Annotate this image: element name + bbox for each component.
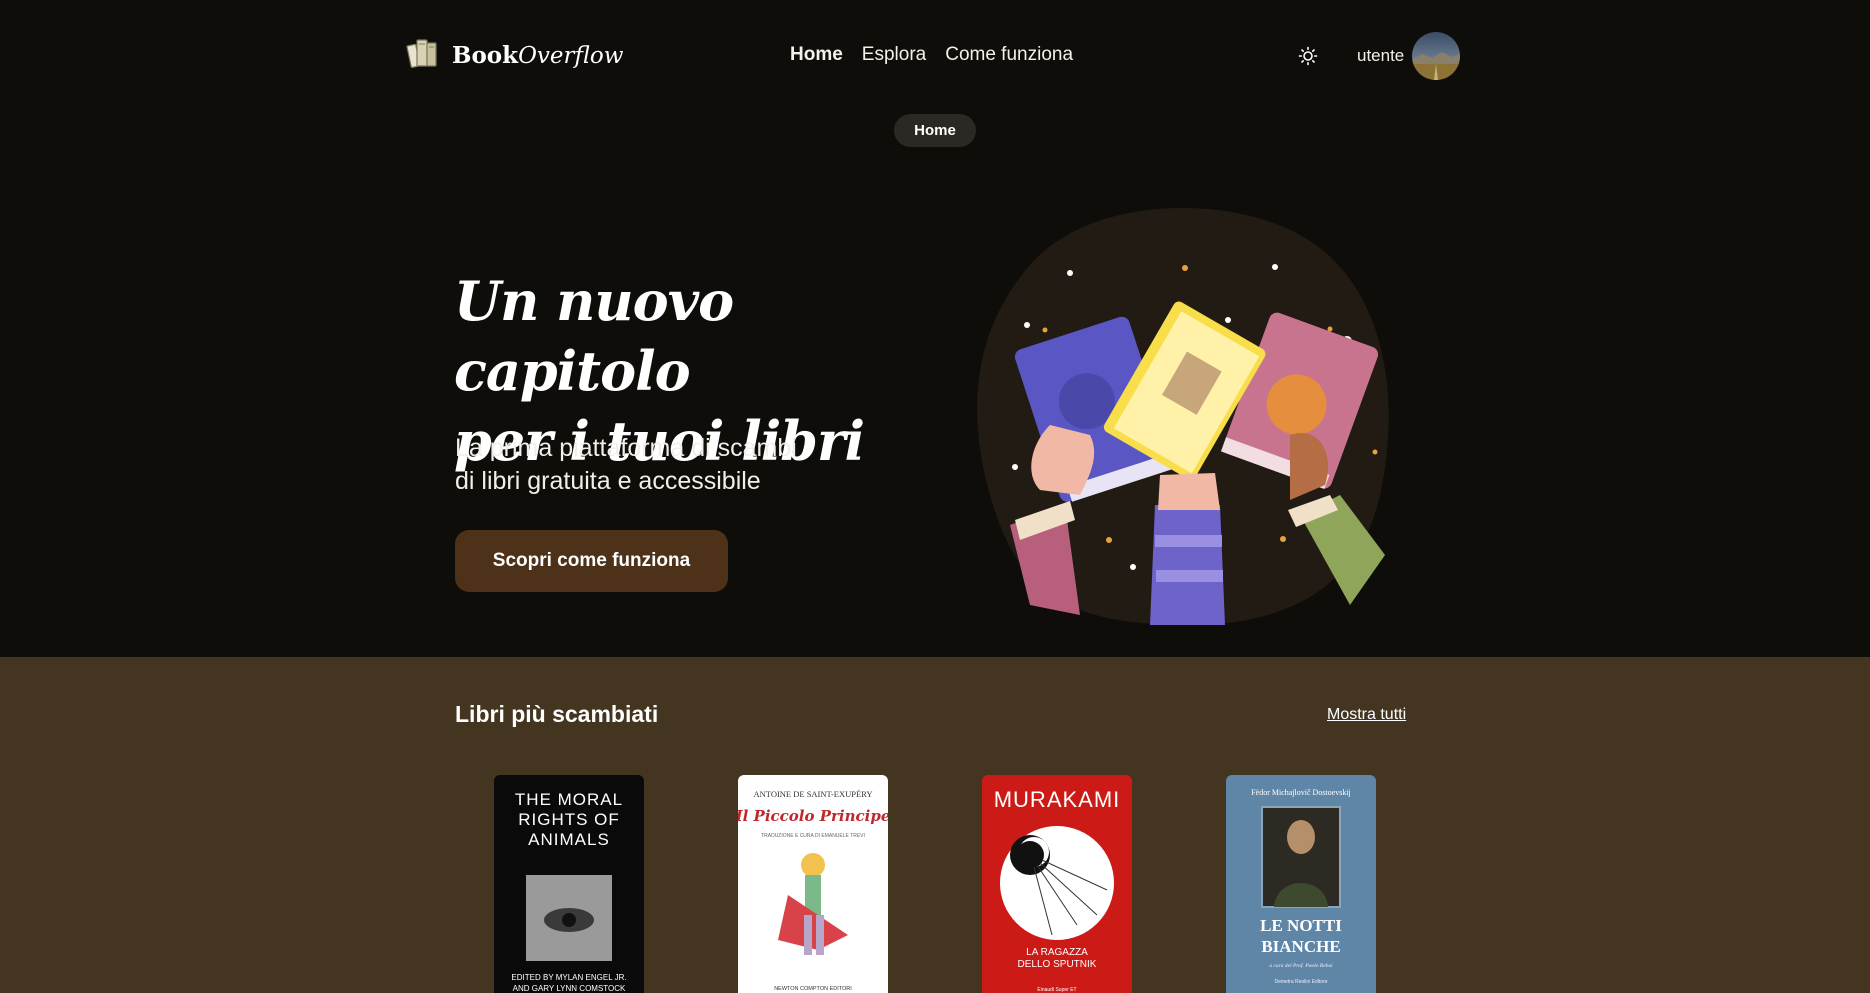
section-title: Libri più scambiati [455, 701, 659, 727]
hero-subtitle-line-2: di libri gratuita e accessibile [455, 467, 761, 495]
nav-esplora[interactable]: Esplora [862, 44, 926, 66]
nav-home[interactable]: Home [790, 44, 843, 66]
book-3-author: MURAKAMI [994, 787, 1121, 812]
hero-illustration [970, 205, 1400, 630]
logo-word-overflow: Overflow [518, 42, 624, 69]
book-1-editors-line-2: AND GARY LYNN COMSTOCK [513, 984, 626, 993]
book-3-publisher: Einaudi Super ET [1037, 987, 1076, 993]
book-1-title-line-1: THE MORAL [515, 790, 623, 809]
theme-toggle-button[interactable] [1298, 46, 1318, 66]
book-4-author: Fëdor Michajlovič Dostoevskij [1251, 788, 1351, 797]
book-2-title: Il Piccolo Principe [738, 807, 888, 825]
book-3-title-line-2: DELLO SPUTNIK [1018, 959, 1097, 970]
book-1-title-line-3: ANIMALS [528, 830, 610, 849]
show-all-link[interactable]: Mostra tutti [1327, 706, 1406, 724]
book-card[interactable]: ANTOINE DE SAINT-EXUPÉRY Il Piccolo Prin… [738, 775, 888, 993]
logo-text: BookOverflow [452, 42, 623, 69]
logo-word-book: Book [452, 41, 519, 69]
logo[interactable]: BookOverflow [406, 36, 623, 74]
book-2-note: TRADUZIONE E CURA DI EMANUELE TREVI [761, 833, 865, 839]
hero-subtitle: La prima piattaforma di scambi di libri … [455, 432, 875, 498]
book-card[interactable]: MURAKAMI LA RAGAZZA DELLO SPUTNIK Einaud… [982, 775, 1132, 993]
books-icon [406, 36, 440, 74]
book-2-publisher: NEWTON COMPTON EDITORI [774, 986, 852, 992]
avatar[interactable] [1412, 32, 1461, 80]
book-2-author: ANTOINE DE SAINT-EXUPÉRY [754, 789, 873, 799]
book-3-title-line-1: LA RAGAZZA [1026, 947, 1088, 958]
user-menu[interactable]: utente [1357, 32, 1461, 80]
book-4-title-line-1: LE NOTTI [1260, 916, 1342, 935]
main-nav: Home Esplora Come funziona [790, 44, 1073, 66]
hero-title-line-1: Un nuovo capitolo [454, 269, 734, 403]
book-card[interactable]: Fëdor Michajlovič Dostoevskij LE NOTTI B… [1226, 775, 1376, 993]
book-4-note: a cura del Prof. Paolo Rebai [1269, 962, 1333, 969]
book-4-publisher: Demetra Reolini Editore [1274, 979, 1327, 985]
popular-books-section: Libri più scambiati Mostra tutti THE MOR… [0, 657, 1870, 993]
nav-come-funziona[interactable]: Come funziona [945, 44, 1073, 66]
user-name: utente [1357, 46, 1405, 65]
breadcrumb[interactable]: Home [894, 114, 976, 147]
book-4-title-line-2: BIANCHE [1261, 937, 1340, 956]
hero-subtitle-line-1: La prima piattaforma di scambi [455, 434, 797, 462]
book-1-editors-line-1: EDITED BY MYLAN ENGEL JR. [511, 973, 626, 982]
book-1-title-line-2: RIGHTS OF [518, 810, 620, 829]
header: BookOverflow Home Esplora Come funziona … [0, 0, 1870, 112]
discover-how-it-works-button[interactable]: Scopri come funziona [455, 530, 728, 592]
sun-icon [1298, 46, 1318, 66]
book-card[interactable]: THE MORAL RIGHTS OF ANIMALS EDITED BY MY… [494, 775, 644, 993]
